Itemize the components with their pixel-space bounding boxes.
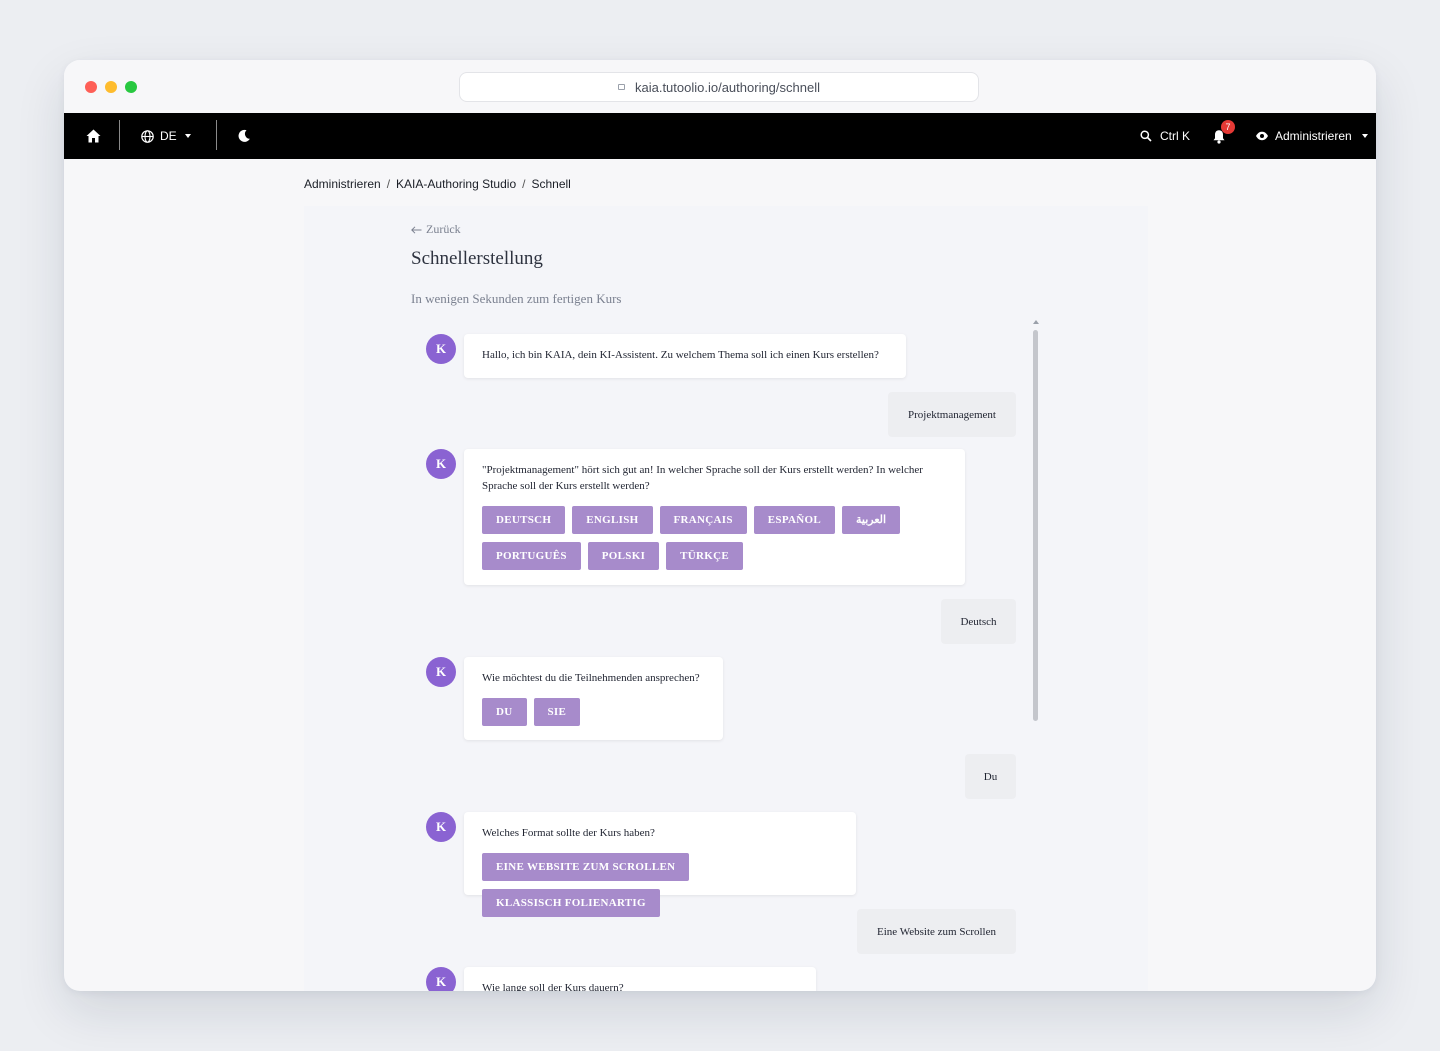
address-options: DU SIE	[482, 698, 705, 726]
dark-mode-toggle[interactable]	[237, 113, 251, 159]
breadcrumb: Administrieren / KAIA-Authoring Studio /…	[304, 177, 571, 191]
option-sie-button[interactable]: SIE	[533, 698, 581, 726]
assistant-message: Wie möchtest du die Teilnehmenden anspre…	[464, 657, 723, 740]
assistant-message: Welches Format sollte der Kurs haben? EI…	[464, 812, 856, 917]
chevron-down-icon	[1361, 134, 1368, 138]
message-text: Eine Website zum Scrollen	[877, 925, 996, 938]
assistant-avatar: K	[426, 967, 456, 991]
assistant-avatar: K	[426, 812, 456, 842]
message-text: Wie lange soll der Kurs dauern?	[482, 982, 624, 991]
scroll-up-icon[interactable]	[1033, 320, 1039, 324]
breadcrumb-item: Schnell	[531, 177, 571, 191]
nav-divider	[119, 120, 120, 150]
option-arabic-button[interactable]: العربية	[842, 506, 901, 534]
message-text: "Projektmanagement" hört sich gut an! In…	[482, 464, 923, 492]
back-label: Zurück	[426, 222, 461, 236]
user-message: Projektmanagement	[888, 392, 1016, 437]
option-portugues-button[interactable]: PORTUGUÊS	[482, 542, 581, 570]
message-text: Welches Format sollte der Kurs haben?	[482, 827, 655, 839]
message-text: Deutsch	[960, 615, 997, 628]
minimize-window-button[interactable]	[105, 81, 117, 93]
message-text: Hallo, ich bin KAIA, dein KI-Assistent. …	[482, 349, 879, 361]
nav-divider	[216, 120, 217, 150]
home-icon	[86, 129, 101, 143]
role-label: Administrieren	[1275, 129, 1352, 143]
notification-badge: 7	[1221, 120, 1235, 134]
chat-scrollbar[interactable]	[1032, 320, 1040, 991]
moon-icon	[238, 129, 250, 142]
message-text: Projektmanagement	[908, 408, 996, 421]
option-espanol-button[interactable]: ESPAÑOL	[753, 506, 836, 534]
search-shortcut: Ctrl K	[1160, 129, 1190, 143]
assistant-message: "Projektmanagement" hört sich gut an! In…	[464, 449, 965, 585]
language-label: DE	[160, 129, 177, 143]
url-text: kaia.tutoolio.io/authoring/schnell	[634, 79, 820, 95]
top-navigation: DE Ctrl K 7 Administrieren	[64, 113, 1376, 159]
chat-log[interactable]: K Hallo, ich bin KAIA, dein KI-Assistent…	[404, 320, 1044, 991]
assistant-message: Wie lange soll der Kurs dauern?	[464, 967, 816, 991]
breadcrumb-separator: /	[522, 177, 526, 191]
message-text: Wie möchtest du die Teilnehmenden anspre…	[482, 672, 700, 684]
option-du-button[interactable]: DU	[482, 698, 527, 726]
page-title: Schnellerstellung	[411, 248, 543, 269]
assistant-avatar: K	[426, 334, 456, 364]
role-menu[interactable]: Administrieren	[1255, 113, 1368, 159]
option-slides-button[interactable]: KLASSISCH FOLIENARTIG	[482, 889, 660, 917]
eye-icon	[1256, 131, 1268, 141]
option-english-button[interactable]: ENGLISH	[572, 506, 653, 534]
option-deutsch-button[interactable]: DEUTSCH	[482, 506, 566, 534]
option-polski-button[interactable]: POLSKI	[587, 542, 660, 570]
breadcrumb-item[interactable]: KAIA-Authoring Studio	[396, 177, 516, 191]
user-message: Eine Website zum Scrollen	[857, 909, 1016, 954]
user-message: Deutsch	[941, 599, 1016, 644]
option-scroll-website-button[interactable]: EINE WEBSITE ZUM SCROLLEN	[482, 853, 690, 881]
message-text: Du	[983, 770, 998, 783]
chevron-down-icon	[184, 134, 191, 138]
user-message: Du	[965, 754, 1016, 799]
breadcrumb-separator: /	[386, 177, 391, 191]
browser-chrome: kaia.tutoolio.io/authoring/schnell	[64, 60, 1376, 113]
scrollbar-thumb[interactable]	[1033, 330, 1038, 721]
option-turkce-button[interactable]: TÜRKÇE	[666, 542, 744, 570]
home-button[interactable]	[86, 113, 101, 159]
assistant-message: Hallo, ich bin KAIA, dein KI-Assistent. …	[464, 334, 906, 378]
search-icon	[1140, 130, 1152, 142]
assistant-avatar: K	[426, 657, 456, 687]
browser-window: kaia.tutoolio.io/authoring/schnell DE Ct…	[64, 60, 1376, 991]
maximize-window-button[interactable]	[125, 81, 137, 93]
back-link[interactable]: Zurück	[411, 222, 461, 237]
format-options: EINE WEBSITE ZUM SCROLLEN KLASSISCH FOLI…	[482, 853, 838, 917]
page-icon	[617, 84, 625, 90]
close-window-button[interactable]	[85, 81, 97, 93]
breadcrumb-item[interactable]: Administrieren	[304, 177, 381, 191]
page-subtitle: In wenigen Sekunden zum fertigen Kurs	[411, 291, 622, 306]
option-francais-button[interactable]: FRANÇAIS	[659, 506, 747, 534]
globe-icon	[141, 129, 154, 143]
search-button[interactable]: Ctrl K	[1140, 113, 1190, 159]
language-selector[interactable]: DE	[141, 113, 191, 159]
address-bar[interactable]: kaia.tutoolio.io/authoring/schnell	[459, 72, 979, 102]
arrow-left-icon	[411, 225, 422, 234]
assistant-avatar: K	[426, 449, 456, 479]
language-options: DEUTSCH ENGLISH FRANÇAIS ESPAÑOL العربية…	[482, 506, 947, 570]
content-card: Zurück Schnellerstellung In wenigen Seku…	[304, 206, 1148, 991]
